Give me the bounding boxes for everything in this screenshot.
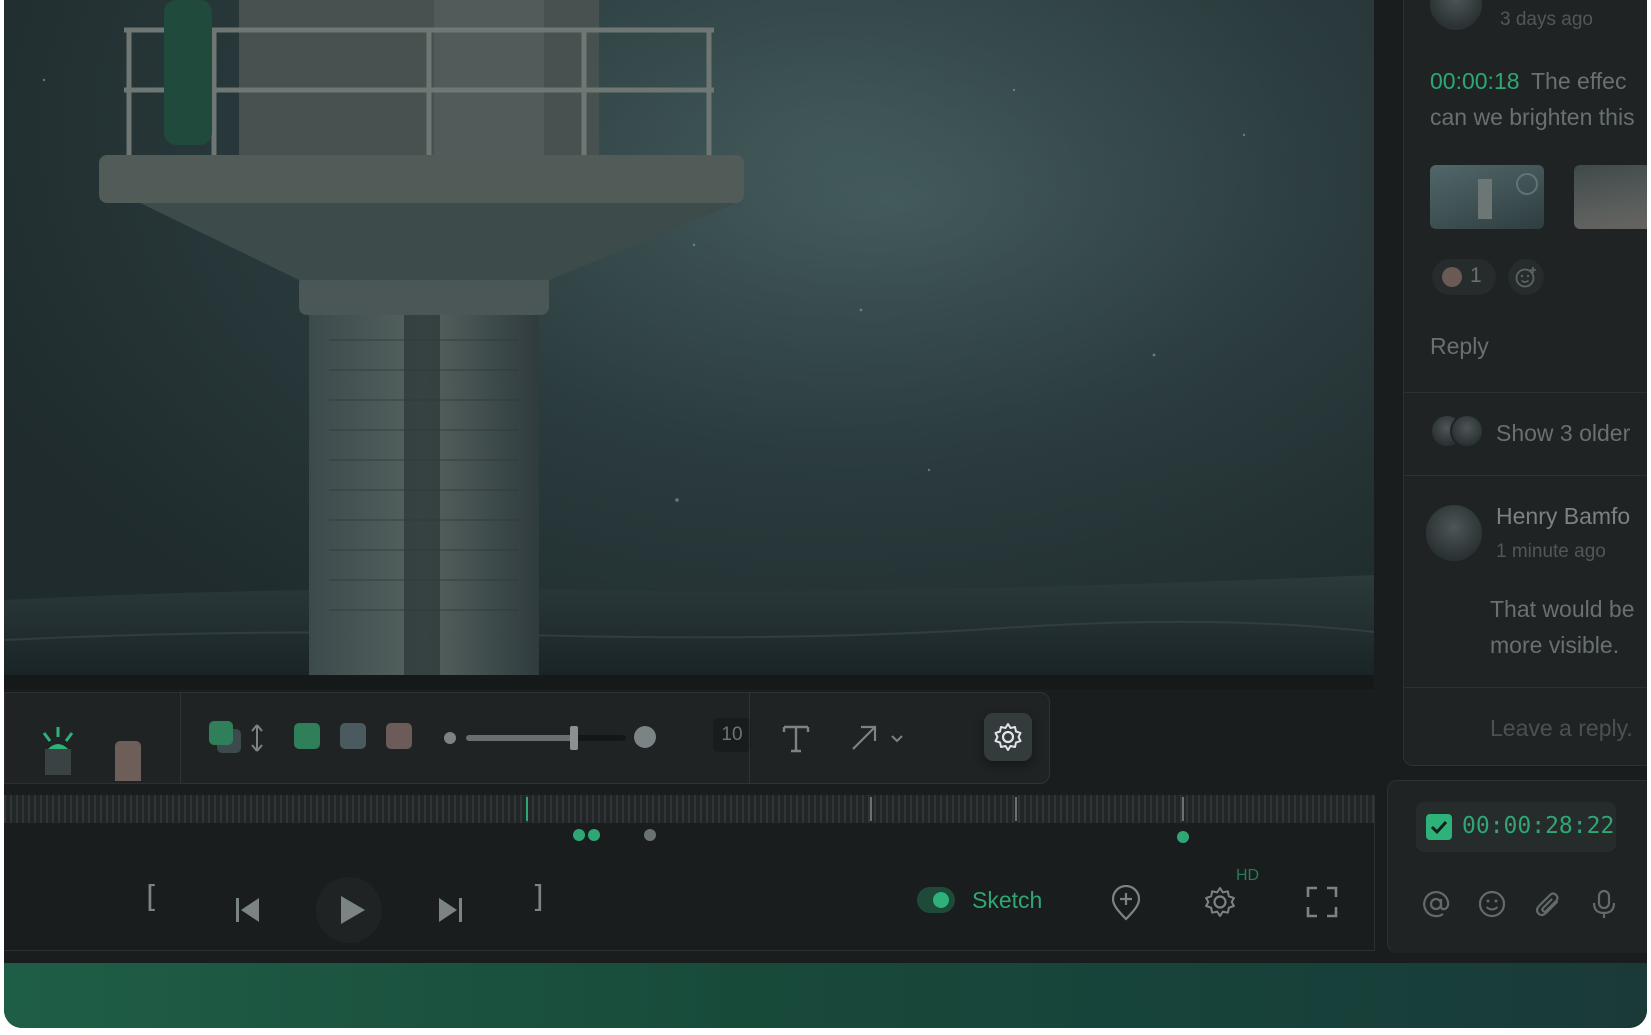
brush-size-max-icon (634, 726, 656, 748)
arrow-tool-icon[interactable] (849, 723, 879, 753)
player-controls: [ ] Sketch HD (4, 845, 1375, 955)
sketch-toggle-knob (933, 892, 949, 908)
video-divider (4, 675, 1374, 689)
composer-timecode: 00:00:28:22 (1462, 813, 1615, 839)
play-button[interactable] (316, 877, 382, 943)
microphone-icon[interactable] (1589, 889, 1619, 919)
brush-size-min-icon (444, 732, 456, 744)
comment-dot[interactable] (588, 829, 600, 841)
swatch-brown[interactable] (386, 723, 412, 749)
timeline-marker[interactable] (1182, 797, 1184, 821)
comment-author: Henry Bamfo (1496, 503, 1631, 529)
attachment-thumbnail[interactable] (1430, 165, 1544, 229)
timecode-checkbox[interactable] (1426, 814, 1452, 840)
comment-dot[interactable] (644, 829, 656, 841)
comment-text-line: That would be (1490, 596, 1635, 622)
divider (1404, 392, 1647, 393)
avatar[interactable] (1428, 0, 1484, 32)
comment-time-ago: 3 days ago (1500, 9, 1593, 30)
layers-icon[interactable] (209, 721, 243, 755)
reply-button[interactable]: Reply (1430, 333, 1489, 360)
mention-icon[interactable] (1421, 889, 1451, 919)
comment-text-line: The effec (1531, 68, 1627, 94)
skip-forward-icon[interactable] (435, 895, 465, 925)
brush-size-slider-fill (466, 735, 574, 741)
comment-dot[interactable] (573, 829, 585, 841)
player-border (4, 950, 1375, 951)
settings-gear-button[interactable] (984, 713, 1032, 761)
timecode-toggle[interactable]: 00:00:28:22 (1416, 802, 1616, 852)
check-icon (1430, 820, 1448, 835)
chevron-down-icon[interactable] (889, 731, 905, 747)
comment-text-line: can we brighten this (1430, 104, 1635, 130)
timeline-marker[interactable] (526, 797, 528, 821)
settings-gear-icon (994, 723, 1022, 751)
reaction-chip[interactable]: 1 (1432, 259, 1496, 295)
divider (1404, 687, 1647, 688)
set-in-point-button[interactable]: [ (146, 880, 158, 915)
text-tool-icon[interactable] (781, 723, 811, 753)
emoji-reaction-icon (1442, 267, 1462, 287)
laser-pointer-icon[interactable] (38, 725, 78, 775)
brush-size-value[interactable]: 10 (713, 718, 751, 752)
comment-dot[interactable] (1177, 831, 1189, 843)
avatar[interactable] (1424, 503, 1484, 563)
video-frame-image (4, 0, 1374, 675)
show-older-replies-button[interactable]: Show 3 older (1496, 420, 1630, 447)
add-marker-icon[interactable] (1110, 885, 1142, 921)
player-border (1374, 795, 1375, 950)
fullscreen-icon[interactable] (1306, 886, 1338, 918)
skip-back-icon[interactable] (233, 895, 263, 925)
add-reaction-icon (1515, 267, 1536, 288)
drawing-toolbar: 10 (180, 692, 1050, 784)
timeline-marker[interactable] (1015, 797, 1017, 821)
emoji-icon[interactable] (1477, 889, 1507, 919)
bottom-accent-bar (4, 963, 1647, 1028)
reaction-count: 1 (1470, 264, 1482, 287)
brush-size-slider-thumb[interactable] (570, 726, 578, 750)
tool-strip (4, 692, 181, 784)
hd-badge: HD (1236, 867, 1260, 884)
comment-text-line: more visible. (1490, 632, 1620, 658)
sketch-toggle[interactable] (917, 887, 955, 913)
attachment-icon[interactable] (1533, 889, 1563, 919)
timeline-scrubber[interactable] (4, 795, 1375, 823)
eraser-icon[interactable] (115, 741, 141, 781)
toolbar-separator (749, 693, 750, 783)
swatch-green[interactable] (294, 723, 320, 749)
divider (1404, 475, 1647, 476)
swap-vertical-icon[interactable] (249, 723, 265, 753)
play-icon (341, 896, 365, 924)
comment-timecode[interactable]: 00:00:18 (1430, 68, 1520, 95)
quality-settings-icon[interactable] (1203, 885, 1237, 919)
comment-composer: 00:00:28:22 (1387, 780, 1647, 953)
reply-input[interactable]: Leave a reply. (1490, 715, 1633, 742)
add-reaction-button[interactable] (1508, 259, 1544, 295)
set-out-point-button[interactable]: ] (532, 880, 544, 915)
sketch-label[interactable]: Sketch (972, 887, 1042, 914)
app-frame: 10 [] Sketch HD 3 days ago 00:00:18 The… (4, 0, 1647, 1028)
avatar (1450, 414, 1484, 448)
video-viewport[interactable] (4, 0, 1374, 675)
comment-time-ago: 1 minute ago (1496, 541, 1606, 562)
swatch-slate[interactable] (340, 723, 366, 749)
timeline-marker[interactable] (870, 797, 872, 821)
attachment-thumbnail[interactable] (1574, 165, 1647, 229)
comments-panel: 3 days ago 00:00:18 The effec can we bri… (1403, 0, 1647, 766)
